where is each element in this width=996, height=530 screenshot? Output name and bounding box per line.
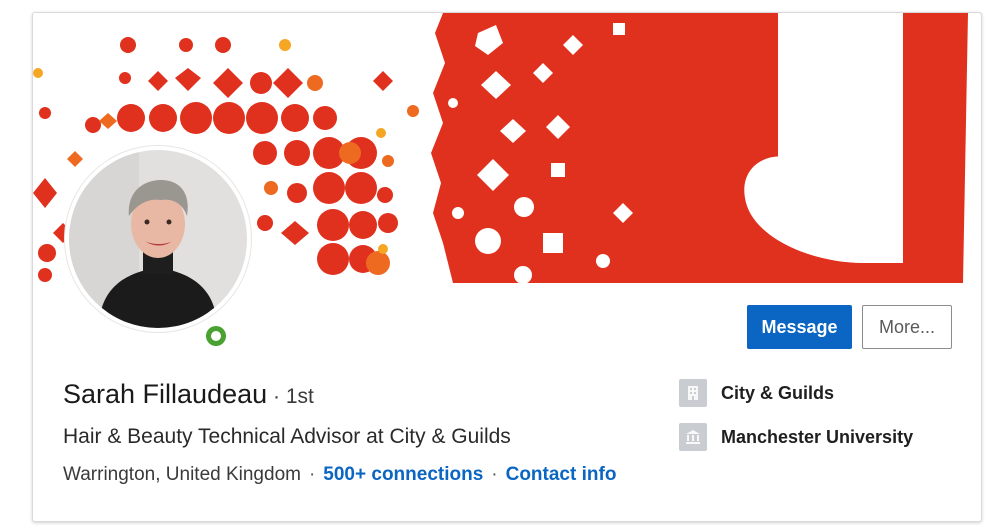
- more-button[interactable]: More...: [862, 305, 952, 349]
- location: Warrington, United Kingdom: [63, 464, 301, 485]
- avatar[interactable]: [65, 146, 251, 332]
- message-button[interactable]: Message: [747, 305, 852, 349]
- affiliation-school[interactable]: Manchester University: [679, 423, 913, 451]
- profile-meta: Warrington, United Kingdom · 500+ connecti…: [63, 464, 616, 486]
- profile-photo: [69, 150, 247, 328]
- profile-name-line: Sarah Fillaudeau · 1st: [63, 379, 314, 410]
- separator-dot: ·: [491, 464, 498, 485]
- school-icon: [679, 423, 707, 451]
- profile-card: Message More... Sarah Fillaudeau · 1st H…: [32, 12, 982, 522]
- affiliation-company[interactable]: City & Guilds: [679, 379, 834, 407]
- affiliation-label: City & Guilds: [721, 382, 835, 403]
- affiliation-label: Manchester University: [721, 426, 914, 447]
- profile-headline: Hair & Beauty Technical Advisor at City …: [63, 425, 511, 448]
- online-status-icon: [203, 323, 229, 349]
- connection-degree: · 1st: [267, 385, 314, 408]
- company-icon: [679, 379, 707, 407]
- connections-link[interactable]: 500+ connections: [323, 464, 483, 485]
- contact-info-link[interactable]: Contact info: [506, 464, 617, 485]
- profile-name: Sarah Fillaudeau: [63, 379, 268, 409]
- separator-dot: ·: [308, 464, 316, 485]
